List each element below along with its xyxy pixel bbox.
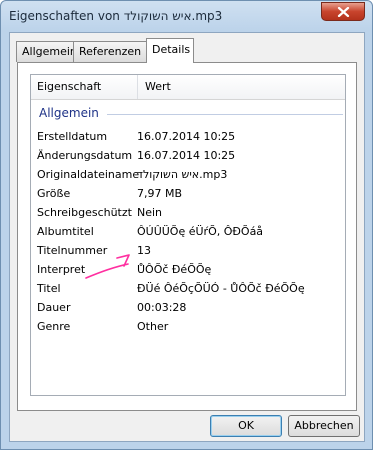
- list-item[interactable]: Schreibgeschützt Nein: [31, 204, 345, 223]
- group-divider: [107, 114, 343, 115]
- properties-window: Eigenschaften von איש השוקולד.mp3 Allgem…: [0, 0, 373, 450]
- property-name: Interpret: [37, 263, 86, 276]
- list-item[interactable]: Dauer 00:03:28: [31, 299, 345, 318]
- property-value: Other: [137, 320, 169, 333]
- close-icon: [337, 7, 350, 17]
- list-item[interactable]: Originaldateiname איש השוקולד.mp3: [31, 166, 345, 185]
- window-title: Eigenschaften von איש השוקולד.mp3: [9, 9, 223, 23]
- dialog-client-area: Allgemein Referenzen Details Eigenschaft…: [9, 32, 365, 442]
- list-item[interactable]: Genre Other: [31, 318, 345, 337]
- details-panel: Eigenschaft Wert Allgemein Erstelldatum …: [17, 62, 357, 411]
- property-name: Änderungsdatum: [37, 149, 133, 162]
- list-header: Eigenschaft Wert: [31, 75, 345, 100]
- property-value: איש השוקולד.mp3: [137, 168, 228, 181]
- column-header-property[interactable]: Eigenschaft: [37, 80, 101, 93]
- property-name: Titelnummer: [37, 244, 108, 257]
- tab-allgemein[interactable]: Allgemein: [16, 41, 77, 62]
- list-item[interactable]: Titelnummer 13: [31, 242, 345, 261]
- column-divider[interactable]: [137, 75, 138, 99]
- property-value: 16.07.2014 10:25: [137, 130, 236, 143]
- property-name: Dauer: [37, 301, 71, 314]
- list-item[interactable]: Größe 7,97 MB: [31, 185, 345, 204]
- cancel-button[interactable]: Abbrechen: [288, 415, 360, 437]
- column-header-value[interactable]: Wert: [145, 80, 171, 93]
- property-name: Schreibgeschützt: [37, 206, 132, 219]
- tab-referenzen[interactable]: Referenzen: [73, 41, 147, 62]
- ok-button[interactable]: OK: [210, 415, 282, 437]
- property-value: 16.07.2014 10:25: [137, 149, 236, 162]
- title-bar[interactable]: Eigenschaften von איש השוקולד.mp3: [1, 1, 372, 31]
- property-name: Titel: [37, 282, 61, 295]
- property-name: Originaldateiname: [37, 168, 140, 181]
- property-value: 13: [137, 244, 151, 257]
- property-name: Genre: [37, 320, 71, 333]
- property-value: 7,97 MB: [137, 187, 183, 200]
- tab-details[interactable]: Details: [146, 38, 194, 63]
- property-value: ŮÔÕč ĐéÕÕę: [137, 263, 212, 276]
- list-item[interactable]: Änderungsdatum 16.07.2014 10:25: [31, 147, 345, 166]
- property-value: Nein: [137, 206, 163, 219]
- property-value: ĐÜé ÔéÕçÕÜÓ - ŮÔÕč ĐéÕÕę: [137, 282, 305, 295]
- property-value: ÔÚÛÜÕę éÜŕÕ, ÔĐÕáå: [137, 225, 264, 238]
- property-name: Erstelldatum: [37, 130, 108, 143]
- close-button[interactable]: [321, 2, 365, 21]
- property-name: Albumtitel: [37, 225, 94, 238]
- group-heading: Allgemein: [39, 106, 99, 120]
- list-item[interactable]: Albumtitel ÔÚÛÜÕę éÜŕÕ, ÔĐÕáå: [31, 223, 345, 242]
- list-item[interactable]: Interpret ŮÔÕč ĐéÕÕę: [31, 261, 345, 280]
- list-item[interactable]: Erstelldatum 16.07.2014 10:25: [31, 128, 345, 147]
- details-list[interactable]: Eigenschaft Wert Allgemein Erstelldatum …: [30, 74, 346, 396]
- property-value: 00:03:28: [137, 301, 187, 314]
- list-item[interactable]: Titel ĐÜé ÔéÕçÕÜÓ - ŮÔÕč ĐéÕÕę: [31, 280, 345, 299]
- property-name: Größe: [37, 187, 71, 200]
